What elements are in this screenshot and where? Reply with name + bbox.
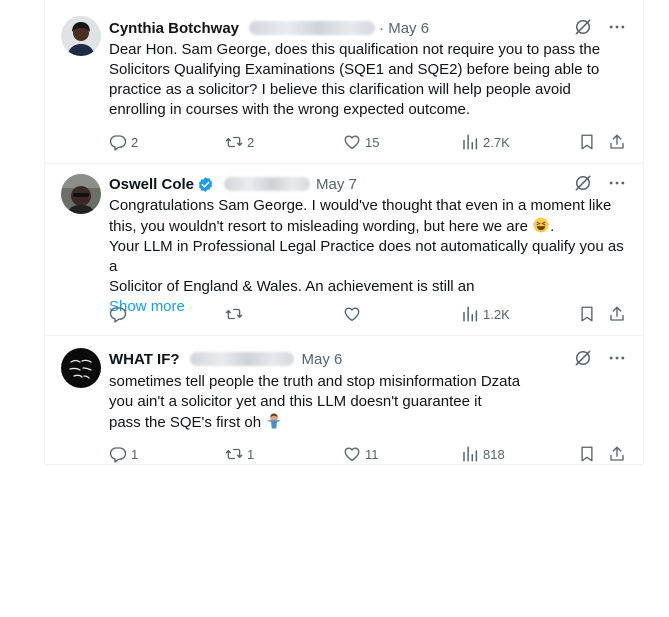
tweet-line: this, you wouldn't resort to misleading …	[109, 218, 528, 235]
reply-button[interactable]: 2	[109, 132, 138, 152]
like-count: 15	[365, 134, 380, 150]
tweet-date[interactable]: May 6	[302, 351, 343, 368]
views-button[interactable]: 818	[461, 444, 505, 464]
bookmark-button[interactable]	[578, 304, 596, 324]
repost-button[interactable]: 2	[225, 132, 254, 152]
grok-icon[interactable]	[573, 17, 593, 37]
tweet-line: sometimes tell people the truth and stop…	[109, 373, 521, 390]
tweet-header-icons	[573, 17, 627, 37]
tweet-line: you ain't a solicitor yet and this LLM d…	[109, 393, 482, 410]
bookmark-icon	[578, 445, 596, 463]
author-name[interactable]: Oswell Cole	[109, 176, 194, 193]
author-handle-blurred	[224, 177, 311, 191]
avatar[interactable]	[61, 16, 101, 56]
view-count: 1.2K	[483, 306, 510, 322]
tweet-date[interactable]: · May 6	[379, 20, 429, 37]
tweet-actions: 2 2 15 2.7K	[109, 132, 629, 152]
tweet[interactable]: Cynthia Botchway · May 6 Dear Hon. Sam G…	[45, 0, 643, 164]
repost-count: 2	[247, 134, 255, 150]
share-icon	[608, 445, 626, 463]
share-icon	[608, 133, 626, 151]
grok-icon[interactable]	[573, 348, 593, 368]
reply-icon	[109, 133, 127, 151]
share-button[interactable]	[608, 304, 626, 324]
author-name[interactable]: Cynthia Botchway	[109, 20, 239, 37]
share-icon	[608, 305, 626, 323]
tweet-header: WHAT IF? May 6	[109, 349, 342, 369]
like-icon	[343, 305, 361, 323]
tweet-line: Your LLM in Professional Legal Practice …	[109, 238, 624, 275]
views-icon	[461, 445, 479, 463]
avatar[interactable]	[61, 174, 101, 214]
like-button[interactable]	[343, 304, 361, 324]
share-button[interactable]	[608, 444, 626, 464]
verified-badge-icon	[198, 176, 213, 192]
bookmark-icon	[578, 305, 596, 323]
tweet-text: Congratulations Sam George. I would've t…	[109, 196, 634, 317]
person-shrugging-emoji	[267, 413, 282, 429]
tweet-line: Dear Hon. Sam George, does this qualific…	[109, 41, 601, 58]
tweet-line: enrolling in courses with the wrong expe…	[109, 101, 471, 118]
tweet-date[interactable]: May 7	[316, 176, 357, 193]
reply-icon	[109, 305, 127, 323]
repost-icon	[225, 445, 243, 463]
laughing-emoji	[533, 217, 549, 233]
repost-button[interactable]	[225, 304, 243, 324]
repost-icon	[225, 133, 243, 151]
reply-button[interactable]	[109, 304, 127, 324]
tweet[interactable]: Oswell Cole May 7 Congratulations Sam Ge…	[45, 164, 643, 336]
tweet-text: sometimes tell people the truth and stop…	[109, 372, 634, 433]
share-button[interactable]	[608, 132, 626, 152]
like-button[interactable]: 11	[343, 444, 379, 464]
tweet-actions: 1.2K	[109, 304, 629, 324]
tweet-line: Solicitors Qualifying Examinations (SQE1…	[109, 61, 600, 78]
tweet-line-with-emoji: this, you wouldn't resort to misleading …	[109, 217, 555, 235]
reply-count: 1	[131, 446, 139, 462]
tweet-header: Cynthia Botchway · May 6	[109, 18, 429, 38]
tweet-header-icons	[573, 348, 627, 368]
reply-feed: Cynthia Botchway · May 6 Dear Hon. Sam G…	[44, 0, 644, 465]
more-icon[interactable]	[607, 348, 627, 368]
bookmark-icon	[578, 133, 596, 151]
like-icon	[343, 445, 361, 463]
views-button[interactable]: 2.7K	[461, 132, 510, 152]
tweet-text: Dear Hon. Sam George, does this qualific…	[109, 40, 634, 120]
repost-icon	[225, 305, 243, 323]
author-handle-blurred	[189, 352, 294, 366]
avatar[interactable]	[61, 348, 101, 388]
repost-count: 1	[247, 446, 255, 462]
tweet-line: Congratulations Sam George. I would've t…	[109, 197, 612, 214]
more-icon[interactable]	[607, 17, 627, 37]
bookmark-button[interactable]	[578, 444, 596, 464]
tweet-actions: 1 1 11 818	[109, 444, 629, 464]
tweet-line: pass the SQE's first oh	[109, 414, 262, 431]
grok-icon[interactable]	[573, 173, 593, 193]
repost-button[interactable]: 1	[225, 444, 254, 464]
views-icon	[461, 305, 479, 323]
views-button[interactable]: 1.2K	[461, 304, 510, 324]
view-count: 818	[483, 446, 505, 462]
reply-icon	[109, 445, 127, 463]
author-name[interactable]: WHAT IF?	[109, 351, 180, 368]
reply-button[interactable]: 1	[109, 444, 138, 464]
like-icon	[343, 133, 361, 151]
views-icon	[461, 133, 479, 151]
tweet-header: Oswell Cole May 7	[109, 174, 357, 194]
view-count: 2.7K	[483, 134, 510, 150]
bookmark-button[interactable]	[578, 132, 596, 152]
tweet-line: practice as a solicitor? I believe this …	[109, 81, 571, 98]
tweet[interactable]: WHAT IF? May 6 sometimes tell people the…	[45, 336, 643, 465]
like-count: 11	[365, 446, 379, 462]
author-handle-blurred	[249, 21, 376, 35]
tweet-header-icons	[573, 173, 627, 193]
more-icon[interactable]	[607, 173, 627, 193]
like-button[interactable]: 15	[343, 132, 379, 152]
tweet-line: Solicitor of England & Wales. An achieve…	[109, 278, 475, 295]
reply-count: 2	[131, 134, 139, 150]
tweet-line-with-emoji: pass the SQE's first oh	[109, 412, 634, 433]
